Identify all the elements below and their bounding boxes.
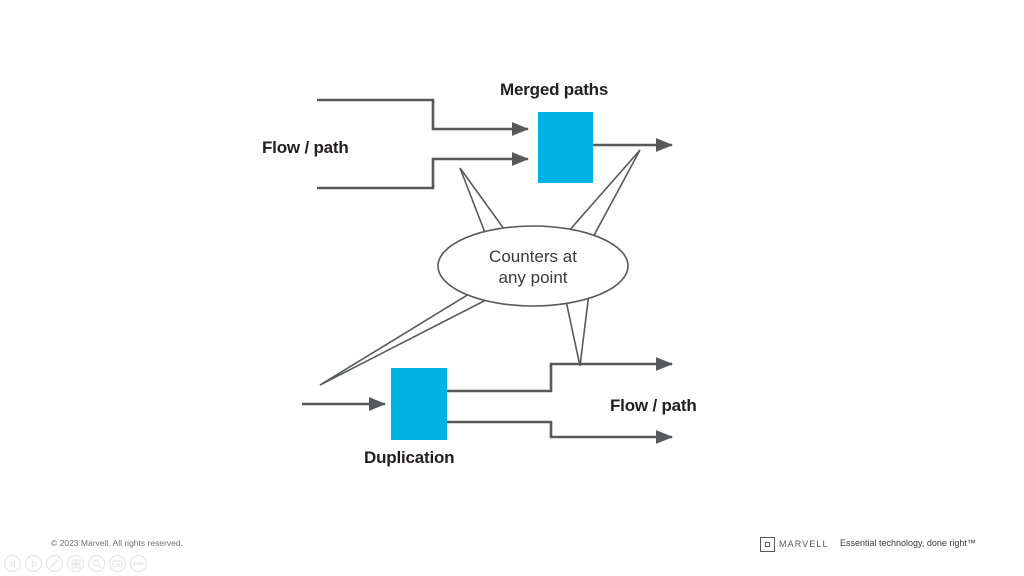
- marvell-logo-mark-icon: [760, 536, 775, 552]
- duplication-output-path-lower: [447, 420, 674, 444]
- callout-text: Counters at any point: [447, 247, 619, 288]
- previous-slide-button[interactable]: [4, 555, 21, 572]
- zoom-button[interactable]: [88, 555, 105, 572]
- grid-icon: [71, 559, 80, 568]
- brand-tagline: Essential technology, done right™: [840, 538, 976, 548]
- pen-icon: [50, 559, 59, 568]
- callout-text-line-2: any point: [498, 267, 568, 287]
- merged-paths-block: [538, 112, 593, 183]
- next-slide-button[interactable]: [25, 555, 42, 572]
- copyright-text: © 2023 Marvell. All rights reserved.: [51, 538, 183, 548]
- duplication-output-path-upper: [447, 357, 674, 393]
- flow-path-left-label: Flow / path: [262, 138, 349, 157]
- slide-canvas: Merged paths Flow / path Flow / path Dup…: [0, 0, 1024, 576]
- presenter-toolbar: [4, 555, 147, 572]
- triangle-left-icon: [9, 559, 15, 568]
- magnifier-icon: [92, 559, 101, 568]
- callout-text-line-1: Counters at: [489, 247, 577, 266]
- triangle-right-icon: [31, 559, 37, 568]
- pen-tool-button[interactable]: [46, 555, 63, 572]
- more-options-button[interactable]: [130, 555, 147, 572]
- all-slides-button[interactable]: [67, 555, 84, 572]
- duplication-label: Duplication: [364, 448, 455, 467]
- marvell-wordmark: MARVELL: [779, 539, 829, 549]
- marvell-logo: MARVELL: [760, 534, 829, 554]
- merge-input-path-lower: [317, 152, 530, 190]
- merge-input-path-upper: [317, 98, 530, 136]
- black-screen-button[interactable]: [109, 555, 126, 572]
- flow-path-right-label: Flow / path: [610, 396, 697, 415]
- ellipsis-icon: [133, 561, 144, 566]
- merged-paths-label: Merged paths: [500, 80, 609, 99]
- duplication-block: [391, 368, 447, 440]
- screen-icon: [112, 560, 123, 567]
